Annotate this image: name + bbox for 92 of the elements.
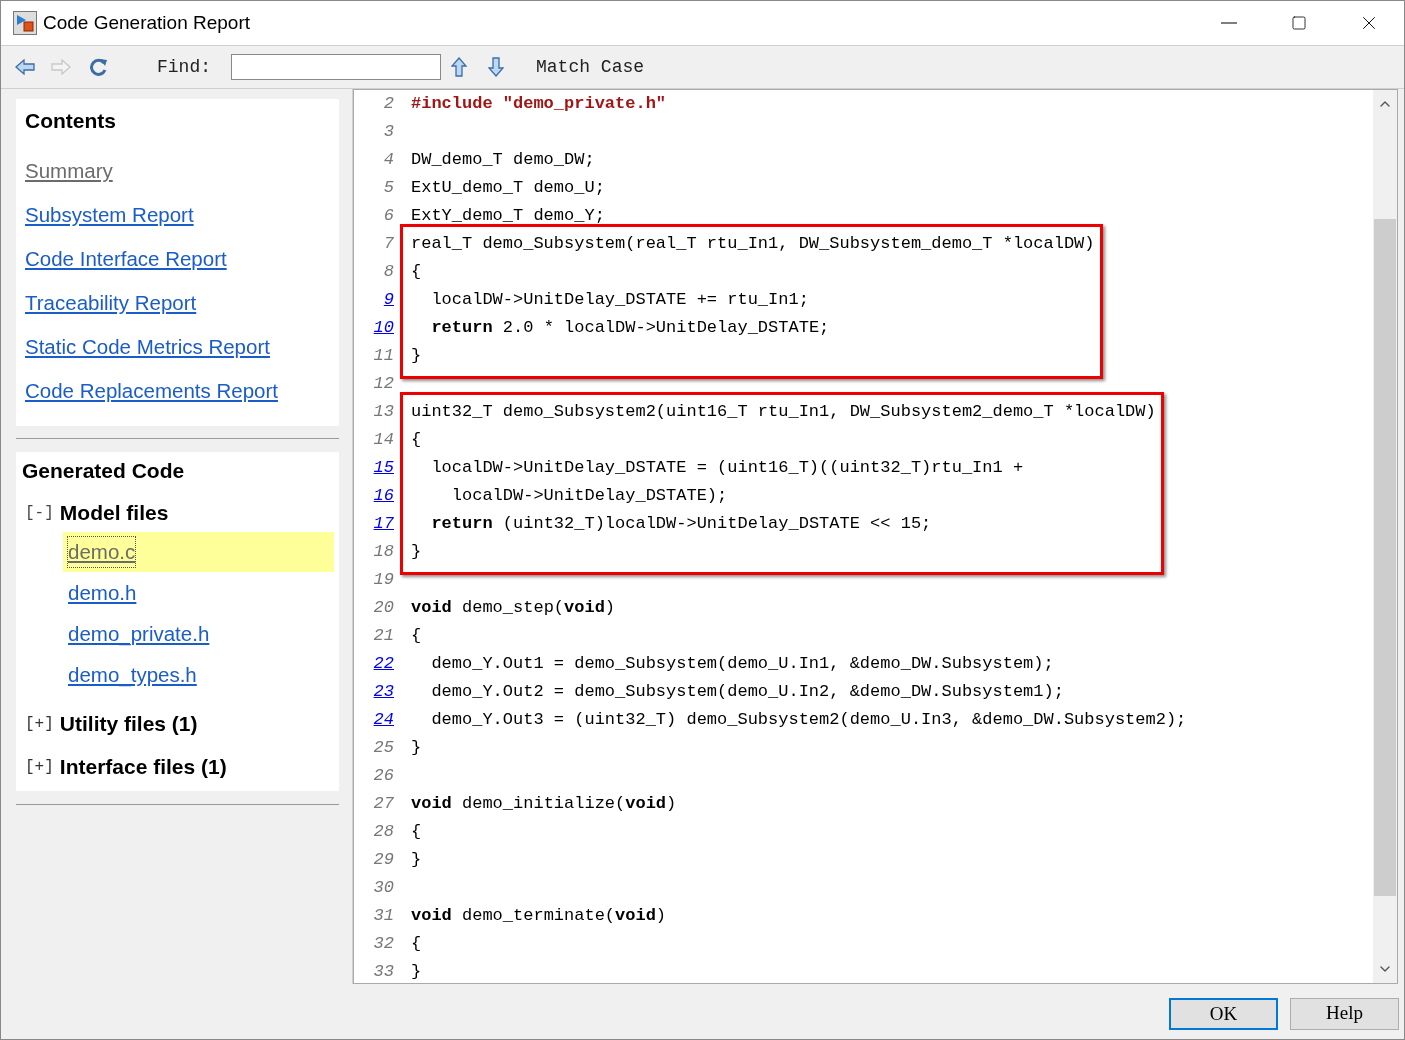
code-line: } — [411, 542, 422, 561]
back-arrow-icon[interactable] — [15, 59, 35, 75]
code-line: real_T demo_Subsystem(real_T rtu_In1, DW_Subsystem_demo_T *localDW) — [411, 234, 1095, 253]
line-number: 8 — [383, 262, 394, 281]
code-line: ExtY_demo_T demo_Y; — [411, 206, 605, 225]
line-number: 6 — [383, 206, 394, 225]
report-link[interactable]: Subsystem Report — [25, 201, 194, 229]
line-number: 32 — [373, 934, 394, 953]
code-line: { — [411, 626, 422, 645]
line-number: 4 — [383, 150, 394, 169]
contents-title: Contents — [25, 108, 117, 134]
line-number: 29 — [373, 850, 394, 869]
minimize-icon — [1221, 22, 1237, 24]
code-line: return (uint32_T)localDW->UnitDelay_DSTATE << 15; — [430, 514, 932, 533]
line-number: 28 — [373, 822, 394, 841]
tree-toggle[interactable]: [+] — [25, 712, 54, 736]
file-group-label: Model files — [59, 500, 169, 527]
line-number: 30 — [373, 878, 394, 897]
line-number: 13 — [373, 402, 394, 421]
line-number-link[interactable]: 9 — [383, 290, 394, 309]
code-line: localDW->UnitDelay_DSTATE); — [450, 486, 728, 505]
code-line: } — [411, 850, 422, 869]
dialog-button[interactable]: Help — [1290, 997, 1399, 1030]
line-number: 5 — [383, 178, 394, 197]
code-line: } — [411, 738, 422, 757]
scrollbar-thumb[interactable] — [1374, 219, 1396, 896]
line-number-link[interactable]: 17 — [373, 514, 394, 533]
line-number: 21 — [373, 626, 394, 645]
line-number: 33 — [373, 962, 394, 981]
line-number-link[interactable]: 22 — [373, 654, 394, 673]
down-arrow-icon[interactable] — [488, 57, 504, 77]
code-line: ExtU_demo_T demo_U; — [411, 178, 605, 197]
report-link[interactable]: Summary — [25, 157, 113, 185]
code-line: return 2.0 * localDW->UnitDelay_DSTATE; — [430, 318, 830, 337]
code-line: { — [411, 822, 422, 841]
file-group-label: Utility files (1) — [59, 711, 198, 738]
report-link[interactable]: Static Code Metrics Report — [25, 333, 270, 361]
app-icon — [13, 11, 37, 35]
file-item[interactable]: demo.h — [63, 573, 334, 613]
file-group-label: Interface files (1) — [59, 754, 227, 781]
report-link[interactable]: Code Interface Report — [25, 245, 227, 273]
up-arrow-icon[interactable] — [451, 57, 467, 77]
line-number-link[interactable]: 16 — [373, 486, 394, 505]
code-line: demo_Y.Out1 = demo_Subsystem(demo_U.In1, &demo_DW.Subsystem); — [430, 654, 1054, 673]
line-number: 19 — [373, 570, 394, 589]
code-line: demo_Y.Out2 = demo_Subsystem(demo_U.In2, &demo_DW.Subsystem1); — [430, 682, 1064, 701]
line-number: 18 — [373, 542, 394, 561]
file-item[interactable]: demo_types.h — [63, 655, 334, 695]
code-line: localDW->UnitDelay_DSTATE += rtu_In1; — [430, 290, 809, 309]
line-number: 7 — [383, 234, 394, 253]
file-item[interactable]: demo.c — [63, 532, 334, 572]
code-line: #include "demo_private.h" — [411, 94, 667, 113]
find-label: Find: — [157, 55, 211, 79]
line-number-link[interactable]: 10 — [373, 318, 394, 337]
dialog-button[interactable]: OK — [1169, 997, 1278, 1030]
report-link[interactable]: Code Replacements Report — [25, 377, 278, 405]
code-line: void demo_initialize(void) — [411, 794, 677, 813]
window-title: Code Generation Report — [43, 10, 250, 35]
maximize-icon — [1291, 15, 1307, 31]
line-number: 12 — [373, 374, 394, 393]
code-line: { — [411, 430, 422, 449]
line-number: 20 — [373, 598, 394, 617]
refresh-icon[interactable] — [89, 58, 109, 76]
code-line: } — [411, 962, 422, 981]
code-line: demo_Y.Out3 = (uint32_T) demo_Subsystem2(demo_U.In3, &demo_DW.Subsystem2); — [430, 710, 1187, 729]
code-line: void demo_step(void) — [411, 598, 616, 617]
code-line: } — [411, 346, 422, 365]
tree-toggle[interactable]: [-] — [25, 501, 54, 525]
line-number-link[interactable]: 24 — [373, 710, 394, 729]
report-link[interactable]: Traceability Report — [25, 289, 197, 317]
line-number: 26 — [373, 766, 394, 785]
scrollbar[interactable] — [1373, 90, 1397, 983]
line-number: 14 — [373, 430, 394, 449]
match-case-option[interactable]: Match Case — [536, 53, 645, 81]
code-line: void demo_terminate(void) — [411, 906, 667, 925]
line-number: 31 — [373, 906, 394, 925]
code-line: DW_demo_T demo_DW; — [411, 150, 595, 169]
line-number-link[interactable]: 23 — [373, 682, 394, 701]
find-field[interactable] — [231, 54, 441, 80]
code-line: localDW->UnitDelay_DSTATE = (uint16_T)((uint32_T)rtu_In1 + — [430, 458, 1024, 477]
line-number: 27 — [373, 794, 394, 813]
line-number: 25 — [373, 738, 394, 757]
file-item[interactable]: demo_private.h — [63, 614, 334, 654]
line-number: 2 — [383, 94, 394, 113]
code-line: { — [411, 262, 422, 281]
tree-toggle[interactable]: [+] — [25, 755, 54, 779]
generated-code-title: Generated Code — [22, 458, 186, 484]
line-number: 11 — [373, 346, 394, 365]
code-line: uint32_T demo_Subsystem2(uint16_T rtu_In1, DW_Subsystem2_demo_T *localDW) — [411, 402, 1156, 421]
line-number-link[interactable]: 15 — [373, 458, 394, 477]
code-line: { — [411, 934, 422, 953]
line-number: 3 — [383, 122, 394, 141]
